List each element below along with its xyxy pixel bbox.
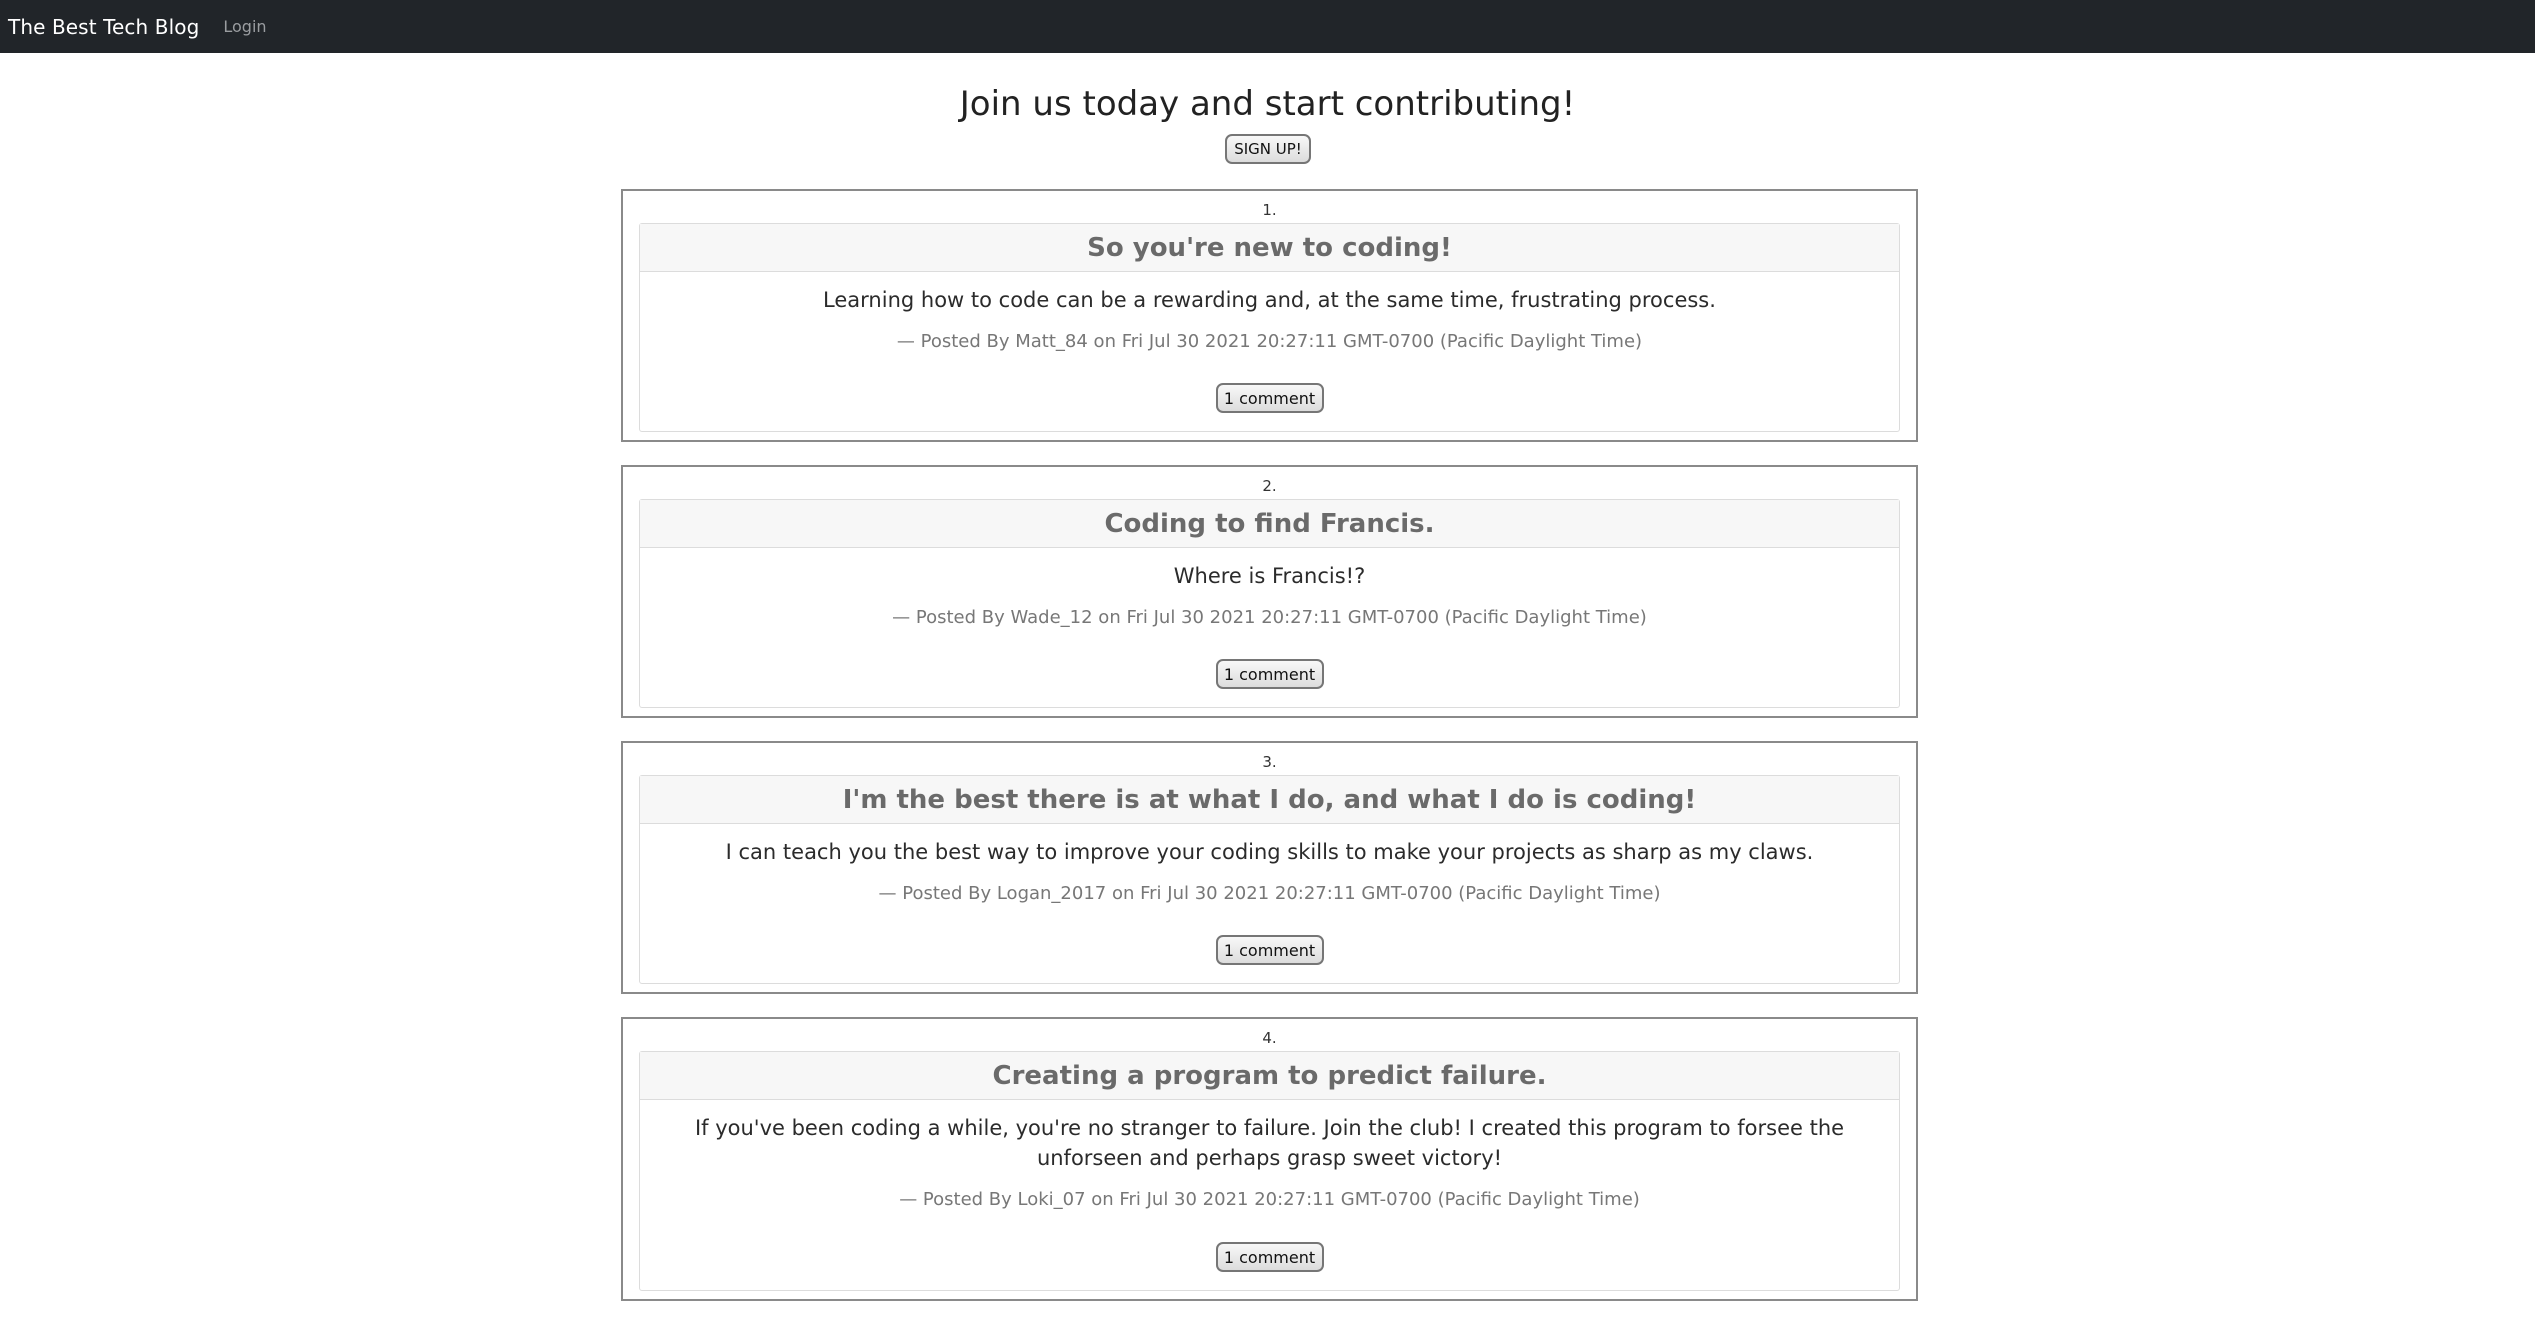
post-body: Where is Francis!? — [1173, 564, 1366, 588]
post-list-item: 4. Creating a program to predict failure… — [621, 1017, 1918, 1301]
post-title: I'm the best there is at what I do, and … — [640, 776, 1899, 824]
post-number: 3. — [1262, 753, 1277, 771]
post-title: Coding to find Francis. — [640, 500, 1899, 548]
page-title: Join us today and start contributing! — [959, 84, 1576, 124]
post-number: 1. — [1262, 201, 1277, 219]
login-link[interactable]: Login — [223, 17, 266, 36]
post-list-item: 1. So you're new to coding! Learning how… — [621, 189, 1918, 442]
comments-button[interactable]: 1 comment — [1215, 659, 1324, 689]
comments-button[interactable]: 1 comment — [1215, 383, 1324, 413]
post-meta: — Posted By Logan_2017 on Fri Jul 30 202… — [878, 883, 1661, 904]
sign-up-button[interactable]: SIGN UP! — [1225, 134, 1311, 164]
brand-link[interactable]: The Best Tech Blog — [8, 15, 199, 39]
comments-button[interactable]: 1 comment — [1215, 935, 1324, 965]
post-title: Creating a program to predict failure. — [640, 1052, 1899, 1100]
post-card: So you're new to coding! Learning how to… — [639, 223, 1900, 432]
post-title: So you're new to coding! — [640, 224, 1899, 272]
post-meta: — Posted By Wade_12 on Fri Jul 30 2021 2… — [892, 607, 1647, 628]
comments-button[interactable]: 1 comment — [1215, 1242, 1324, 1272]
navbar: The Best Tech Blog Login — [0, 0, 2535, 53]
post-card: I'm the best there is at what I do, and … — [639, 775, 1900, 984]
post-number: 4. — [1262, 1029, 1277, 1047]
post-meta: — Posted By Matt_84 on Fri Jul 30 2021 2… — [896, 331, 1643, 352]
post-meta: — Posted By Loki_07 on Fri Jul 30 2021 2… — [899, 1189, 1640, 1210]
post-card: Coding to find Francis. Where is Francis… — [639, 499, 1900, 708]
post-body: Learning how to code can be a rewarding … — [823, 288, 1716, 312]
post-body: I can teach you the best way to improve … — [725, 840, 1814, 864]
post-list-item: 2. Coding to find Francis. Where is Fran… — [621, 465, 1918, 718]
post-card: Creating a program to predict failure. I… — [639, 1051, 1900, 1291]
post-body: If you've been coding a while, you're no… — [694, 1116, 1845, 1170]
post-list-item: 3. I'm the best there is at what I do, a… — [621, 741, 1918, 994]
post-number: 2. — [1262, 477, 1277, 495]
